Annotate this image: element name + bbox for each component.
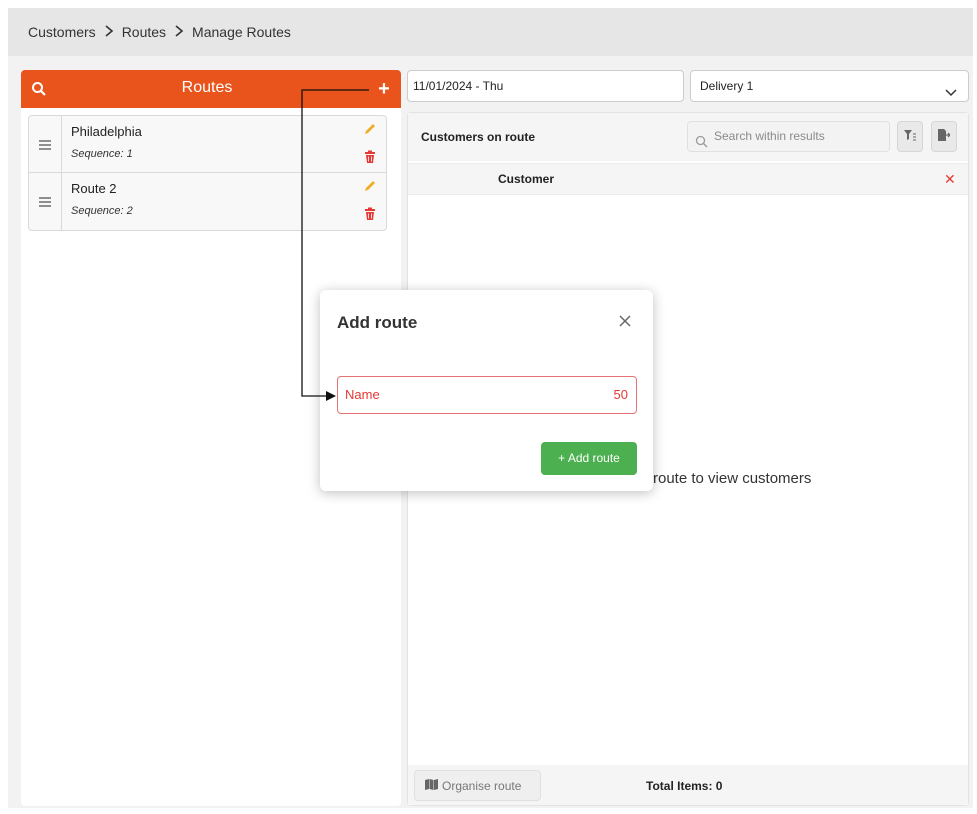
total-items: Total Items: 0 — [646, 779, 723, 793]
drag-handle-icon[interactable] — [29, 173, 62, 230]
chevron-right-icon — [104, 24, 114, 40]
export-icon — [938, 128, 951, 146]
pencil-icon[interactable] — [363, 122, 377, 136]
add-route-button[interactable]: + Add route — [541, 442, 637, 475]
clear-column-close-icon[interactable]: ✕ — [944, 171, 956, 188]
delivery-select[interactable]: Delivery 1 — [690, 70, 969, 102]
routes-header: Routes + — [21, 70, 401, 108]
modal-title: Add route — [337, 313, 418, 332]
route-sequence: Sequence: 2 — [71, 205, 133, 217]
customers-footer: Organise route Total Items: 0 — [408, 765, 968, 805]
route-name-placeholder: Name — [345, 387, 380, 402]
export-button[interactable] — [931, 121, 957, 152]
organise-route-label: Organise route — [442, 778, 522, 793]
breadcrumb-routes[interactable]: Routes — [122, 24, 166, 40]
empty-state-message: route to view customers — [653, 470, 812, 487]
add-route-modal: Add route Name 50 + Add route — [320, 290, 653, 491]
map-icon — [425, 778, 438, 793]
column-customer[interactable]: Customer — [498, 172, 554, 186]
customers-header: Customers on route Search within results — [408, 113, 968, 161]
route-name: Route 2 — [71, 181, 117, 196]
route-name: Philadelphia — [71, 124, 142, 139]
filter-button[interactable] — [897, 121, 923, 152]
chevron-down-icon — [944, 80, 958, 97]
delivery-select-value: Delivery 1 — [700, 79, 754, 93]
pencil-icon[interactable] — [363, 179, 377, 193]
close-icon[interactable] — [618, 314, 632, 328]
search-input[interactable]: Search within results — [687, 121, 890, 152]
routes-title: Routes — [181, 79, 233, 96]
organise-route-button[interactable]: Organise route — [414, 770, 541, 801]
filter-icon — [904, 128, 916, 146]
search-placeholder: Search within results — [714, 129, 825, 143]
add-route-plus-icon[interactable]: + — [374, 79, 394, 99]
route-name-field[interactable]: Name 50 — [337, 376, 637, 414]
search-icon — [695, 130, 708, 148]
route-item[interactable]: Philadelphia Sequence: 1 — [29, 116, 386, 173]
trash-icon[interactable] — [363, 150, 377, 164]
customers-title: Customers on route — [421, 130, 536, 144]
customers-table-header: Customer ✕ — [408, 163, 968, 195]
date-picker[interactable]: 11/01/2024 - Thu — [407, 70, 684, 102]
character-count: 50 — [613, 387, 628, 402]
route-sequence: Sequence: 1 — [71, 148, 133, 160]
chevron-right-icon — [174, 24, 184, 40]
breadcrumb-manage-routes: Manage Routes — [192, 24, 291, 40]
trash-icon[interactable] — [363, 207, 377, 221]
breadcrumb-customers[interactable]: Customers — [28, 24, 96, 40]
breadcrumb: Customers Routes Manage Routes — [8, 8, 973, 56]
page-frame: Customers Routes Manage Routes Routes + … — [8, 8, 973, 808]
route-item[interactable]: Route 2 Sequence: 2 — [29, 173, 386, 230]
route-list: Philadelphia Sequence: 1 Route 2 Sequenc… — [28, 115, 387, 231]
drag-handle-icon[interactable] — [29, 116, 62, 173]
